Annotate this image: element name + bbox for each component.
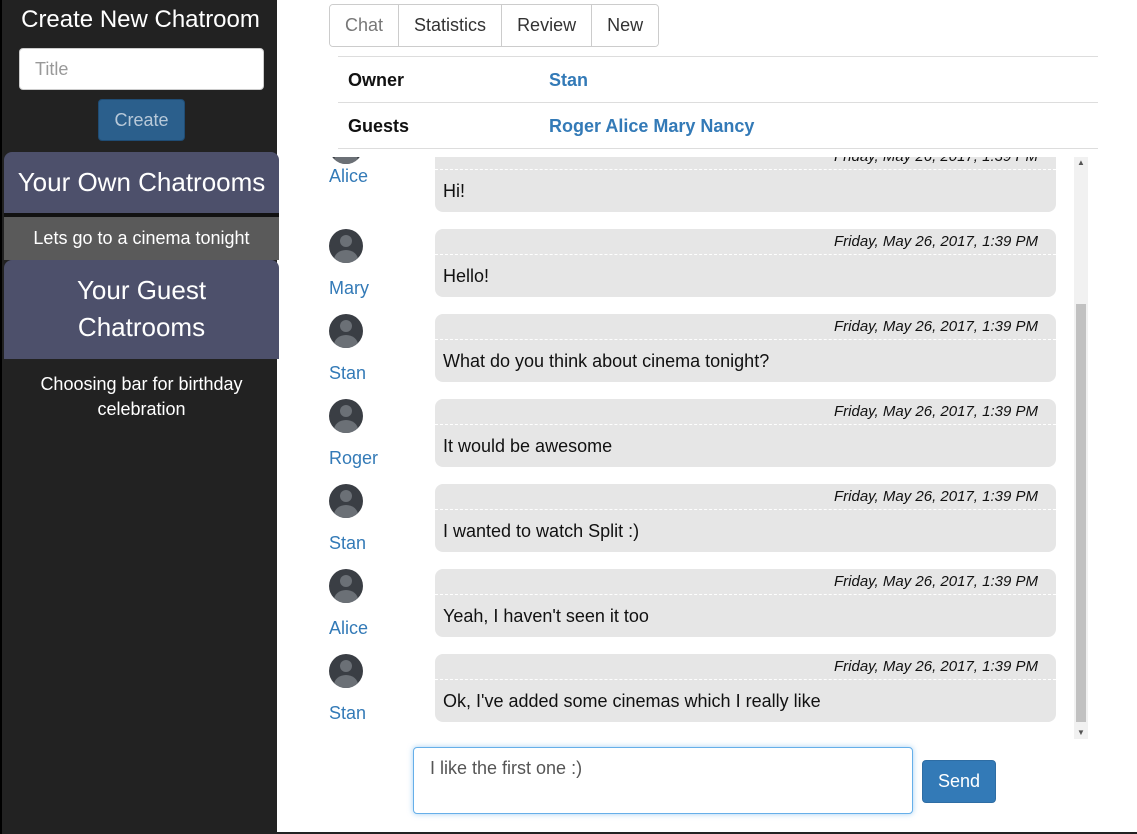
message-time: Friday, May 26, 2017, 1:39 PM xyxy=(834,318,1038,335)
message-bubble: Friday, May 26, 2017, 1:39 PM Hello! xyxy=(435,229,1056,297)
tab-review[interactable]: Review xyxy=(501,5,592,46)
user-avatar-icon xyxy=(329,654,363,688)
owner-label: Owner xyxy=(348,70,405,90)
arrow-up-icon[interactable]: ▲ xyxy=(1074,157,1088,169)
message-time: Friday, May 26, 2017, 1:39 PM xyxy=(834,233,1038,250)
message-item: Stan Friday, May 26, 2017, 1:39 PM What … xyxy=(320,300,1080,385)
guests-row: Guests Roger Alice Mary Nancy xyxy=(338,103,1098,149)
owner-link[interactable]: Stan xyxy=(549,57,588,103)
message-time: Friday, May 26, 2017, 1:39 PM xyxy=(834,573,1038,590)
bubble-divider xyxy=(435,169,1056,170)
message-author[interactable]: Stan xyxy=(329,703,366,724)
message-author[interactable]: Mary xyxy=(329,278,369,299)
user-avatar-icon xyxy=(329,229,363,263)
message-text: Hello! xyxy=(443,266,490,286)
message-item: Mary Friday, May 26, 2017, 1:39 PM Hello… xyxy=(320,215,1080,300)
message-item: Roger Friday, May 26, 2017, 1:39 PM It w… xyxy=(320,385,1080,470)
guest-chatrooms-heading: Your Guest Chatrooms xyxy=(4,260,279,359)
message-text: Hi! xyxy=(443,181,465,201)
send-button[interactable]: Send xyxy=(922,760,996,803)
message-author[interactable]: Roger xyxy=(329,448,378,469)
scrollbar-thumb[interactable] xyxy=(1076,304,1086,722)
message-item: Alice Friday, May 26, 2017, 1:39 PM Hi! xyxy=(320,157,1080,215)
bubble-divider xyxy=(435,254,1056,255)
tab-statistics[interactable]: Statistics xyxy=(398,5,502,46)
message-time: Friday, May 26, 2017, 1:39 PM xyxy=(834,658,1038,675)
guest-chatroom-item[interactable]: Choosing bar for birthday celebration xyxy=(4,372,279,422)
message-item: Stan Friday, May 26, 2017, 1:39 PM Ok, I… xyxy=(320,640,1080,725)
message-bubble: Friday, May 26, 2017, 1:39 PM Yeah, I ha… xyxy=(435,569,1056,637)
message-bubble: Friday, May 26, 2017, 1:39 PM It would b… xyxy=(435,399,1056,467)
user-avatar-icon xyxy=(329,484,363,518)
chatroom-info-table: Owner Stan Guests Roger Alice Mary Nancy xyxy=(338,56,1098,149)
message-time: Friday, May 26, 2017, 1:39 PM xyxy=(834,157,1038,165)
own-chatrooms-heading: Your Own Chatrooms xyxy=(4,152,279,213)
message-list[interactable]: Alice Friday, May 26, 2017, 1:39 PM Hi! … xyxy=(320,157,1090,739)
sidebar: Create New Chatroom Create Your Own Chat… xyxy=(0,0,279,834)
create-button[interactable]: Create xyxy=(98,99,185,141)
user-avatar-icon xyxy=(329,157,363,164)
arrow-down-icon[interactable]: ▼ xyxy=(1074,727,1088,739)
tab-chat[interactable]: Chat xyxy=(330,5,399,46)
bubble-divider xyxy=(435,679,1056,680)
message-item: Stan Friday, May 26, 2017, 1:39 PM I wan… xyxy=(320,470,1080,555)
own-chatroom-item[interactable]: Lets go to a cinema tonight xyxy=(4,217,279,260)
user-avatar-icon xyxy=(329,314,363,348)
guests-links[interactable]: Roger Alice Mary Nancy xyxy=(549,103,754,149)
tab-new[interactable]: New xyxy=(591,5,659,46)
guest-heading-line2: Chatrooms xyxy=(77,312,206,342)
message-author[interactable]: Alice xyxy=(329,618,368,639)
bubble-divider xyxy=(435,509,1056,510)
guests-label: Guests xyxy=(348,116,410,136)
bubble-divider xyxy=(435,424,1056,425)
bubble-divider xyxy=(435,594,1056,595)
message-author[interactable]: Stan xyxy=(329,533,366,554)
message-scrollbar[interactable]: ▲ ▼ xyxy=(1074,157,1088,739)
message-item: Alice Friday, May 26, 2017, 1:39 PM Yeah… xyxy=(320,555,1080,640)
user-avatar-icon xyxy=(329,569,363,603)
message-time: Friday, May 26, 2017, 1:39 PM xyxy=(834,403,1038,420)
chatroom-title-input[interactable] xyxy=(19,48,264,90)
message-bubble: Friday, May 26, 2017, 1:39 PM Ok, I've a… xyxy=(435,654,1056,722)
message-author[interactable]: Alice xyxy=(329,166,368,187)
message-author[interactable]: Stan xyxy=(329,363,366,384)
message-text: I wanted to watch Split :) xyxy=(443,521,640,541)
message-input[interactable]: I like the first one :) xyxy=(413,747,913,814)
message-bubble: Friday, May 26, 2017, 1:39 PM What do yo… xyxy=(435,314,1056,382)
message-bubble: Friday, May 26, 2017, 1:39 PM Hi! xyxy=(435,157,1056,212)
bubble-divider xyxy=(435,339,1056,340)
message-text: Yeah, I haven't seen it too xyxy=(443,606,649,626)
message-text: What do you think about cinema tonight? xyxy=(443,351,770,371)
guest-heading-line1: Your Guest xyxy=(76,275,207,305)
message-text: It would be awesome xyxy=(443,436,613,456)
message-time: Friday, May 26, 2017, 1:39 PM xyxy=(834,488,1038,505)
message-bubble: Friday, May 26, 2017, 1:39 PM I wanted t… xyxy=(435,484,1056,552)
message-text: Ok, I've added some cinemas which I real… xyxy=(443,691,821,711)
owner-row: Owner Stan xyxy=(338,57,1098,103)
tab-bar: Chat Statistics Review New xyxy=(329,4,660,47)
user-avatar-icon xyxy=(329,399,363,433)
create-chatroom-title: Create New Chatroom xyxy=(21,6,260,33)
